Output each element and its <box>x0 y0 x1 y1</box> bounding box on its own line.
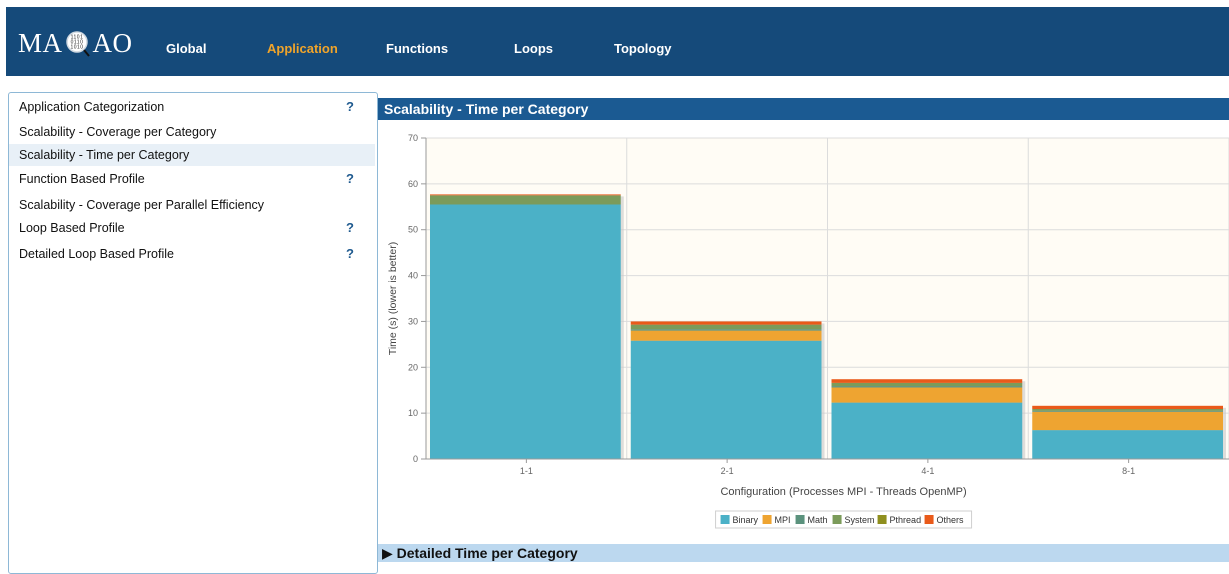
legend-swatch-math <box>795 515 805 524</box>
detailed-time-toggle[interactable]: ▶ Detailed Time per Category <box>378 544 1229 562</box>
x-tick-label: 4-1 <box>921 466 934 476</box>
magnifier-binary-icon: 1101 0110 1010 <box>64 28 92 58</box>
legend-label-binary: Binary <box>733 515 759 525</box>
help-icon[interactable]: ? <box>346 171 354 186</box>
y-tick-label: 30 <box>408 316 418 326</box>
y-tick-label: 20 <box>408 362 418 372</box>
bar-segment-system <box>630 324 822 330</box>
sidebar-item-label: Application Categorization <box>19 100 165 114</box>
help-icon[interactable]: ? <box>346 220 354 235</box>
nav-functions[interactable]: Functions <box>386 41 448 56</box>
y-tick-label: 40 <box>408 271 418 281</box>
x-tick-label: 1-1 <box>520 466 533 476</box>
bar-segment-system <box>831 382 1023 387</box>
bar-segment-binary <box>630 340 822 459</box>
legend-swatch-pthread <box>877 515 887 524</box>
legend-label-system: System <box>845 515 875 525</box>
detailed-time-label: ▶ Detailed Time per Category <box>382 545 578 561</box>
panel-title-bar: Scalability - Time per Category <box>378 98 1229 120</box>
logo-text-right: AO <box>92 27 133 58</box>
legend-label-pthread: Pthread <box>890 515 922 525</box>
logo-text-left: MA <box>18 27 63 58</box>
bar-segment-others <box>831 379 1023 383</box>
bar-segment-others <box>630 321 822 325</box>
bar-segment-system <box>430 195 621 205</box>
sidebar-item-scalability-coverage[interactable]: Scalability - Coverage per Category <box>9 121 375 143</box>
bar-segment-others <box>430 194 621 196</box>
bar-segment-mpi <box>630 330 822 341</box>
sidebar-item-application-categorization[interactable]: Application Categorization ? <box>9 96 375 118</box>
y-tick-label: 70 <box>408 133 418 143</box>
legend-swatch-mpi <box>762 515 772 524</box>
y-axis-label: Time (s) (lower is better) <box>387 242 399 355</box>
legend-label-others: Others <box>937 515 965 525</box>
bar-segment-math <box>831 386 1023 388</box>
bar-segment-binary <box>1032 430 1223 459</box>
sidebar-item-loop-profile[interactable]: Loop Based Profile ? <box>9 217 375 239</box>
bar-segment-binary <box>430 204 621 459</box>
sidebar-item-label: Scalability - Coverage per Category <box>19 125 217 139</box>
bar-segment-others <box>1032 405 1223 410</box>
y-tick-label: 60 <box>408 179 418 189</box>
help-icon[interactable]: ? <box>346 99 354 114</box>
bar-segment-mpi <box>831 387 1023 403</box>
sidebar-item-label: Scalability - Coverage per Parallel Effi… <box>19 198 265 212</box>
bar-segment-math <box>630 329 822 331</box>
legend-swatch-system <box>832 515 842 524</box>
svg-text:1010: 1010 <box>70 45 83 51</box>
y-tick-label: 0 <box>413 454 418 464</box>
bar-segment-binary <box>831 402 1023 459</box>
help-icon[interactable]: ? <box>346 246 354 261</box>
bar-segment-system <box>1032 409 1223 411</box>
panel-title: Scalability - Time per Category <box>384 101 589 117</box>
sidebar-item-label: Detailed Loop Based Profile <box>19 247 174 261</box>
legend-label-math: Math <box>808 515 828 525</box>
sidebar-item-scalability-time[interactable]: Scalability - Time per Category <box>9 144 375 166</box>
top-nav-bar: MA 1101 0110 1010 AO Global Application … <box>6 7 1229 76</box>
legend-swatch-binary <box>720 515 730 524</box>
maqao-logo[interactable]: MA 1101 0110 1010 AO <box>18 28 133 58</box>
sidebar-item-scalability-parallel-efficiency[interactable]: Scalability - Coverage per Parallel Effi… <box>9 194 375 216</box>
report-sidebar: Application Categorization ? Scalability… <box>8 92 378 574</box>
sidebar-item-label: Scalability - Time per Category <box>19 148 190 162</box>
time-per-category-chart: 0 10 20 30 40 50 60 70 1-1 2-1 4-1 8-1 Configuration… <box>387 133 1229 529</box>
bar-segment-math <box>1032 410 1223 412</box>
sidebar-item-detailed-loop-profile[interactable]: Detailed Loop Based Profile ? <box>9 243 375 265</box>
x-tick-label: 2-1 <box>721 466 734 476</box>
bar-segment-mpi <box>1032 411 1223 431</box>
legend-swatch-others <box>924 515 934 524</box>
sidebar-item-label: Loop Based Profile <box>19 221 125 235</box>
sidebar-item-label: Function Based Profile <box>19 172 145 186</box>
nav-global[interactable]: Global <box>166 41 206 56</box>
legend-label-mpi: MPI <box>775 515 791 525</box>
nav-topology[interactable]: Topology <box>614 41 672 56</box>
x-tick-label: 8-1 <box>1122 466 1135 476</box>
x-axis-label: Configuration (Processes MPI - Threads O… <box>720 486 966 498</box>
y-tick-label: 10 <box>408 408 418 418</box>
nav-loops[interactable]: Loops <box>514 41 553 56</box>
sidebar-item-function-profile[interactable]: Function Based Profile ? <box>9 168 375 190</box>
y-tick-label: 50 <box>408 225 418 235</box>
nav-application[interactable]: Application <box>267 41 338 56</box>
